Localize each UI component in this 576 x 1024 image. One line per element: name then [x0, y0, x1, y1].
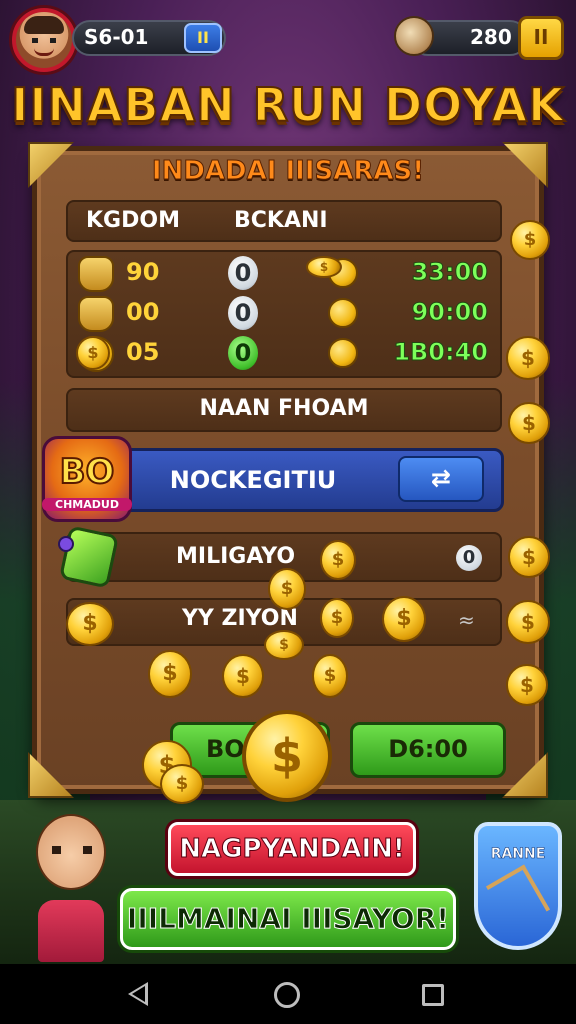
coin-icon: $: [264, 630, 304, 660]
character-body: [38, 900, 104, 962]
continue-label: IIILMAINAI IIISAYOR!: [126, 902, 450, 936]
coin-icon: [328, 298, 358, 328]
character-eyes: [52, 846, 92, 854]
coin-icon: $: [76, 336, 110, 370]
mission-plank-label: MILIGAYO: [176, 544, 296, 569]
big-coin-icon: $: [242, 710, 332, 802]
stat-value-1: 00: [126, 298, 160, 326]
avatar-hair: [24, 16, 64, 34]
stat-value-2: 0: [228, 256, 258, 290]
bonus-bar-label: NOCKEGITIU: [169, 466, 337, 494]
pause-button-blue[interactable]: II: [184, 23, 222, 53]
stat-value-2: 0: [228, 296, 258, 330]
coin-icon: $: [222, 654, 264, 698]
avatar-eyes: [32, 38, 56, 43]
play-again-label: NAGPYANDAIN!: [179, 834, 406, 865]
board-title: INDADAI IIISARAS!: [151, 156, 425, 187]
coin-icon: $: [382, 596, 426, 642]
coin-icon: $: [320, 540, 356, 580]
avatar-smile: [34, 48, 54, 56]
extra-plank-mark: ≈: [458, 608, 475, 632]
stat-row: 90 0 33:00: [66, 254, 502, 294]
coin-icon: [328, 338, 358, 368]
stat-row: 05 0 1B0:40: [66, 334, 502, 374]
swap-button[interactable]: ⇄: [398, 456, 484, 502]
cookie-icon: [394, 16, 434, 56]
coin-icon: $: [508, 402, 550, 444]
mission-plank-value: 0: [456, 545, 482, 571]
coin-count-value: 280: [470, 25, 512, 49]
character-girl: [18, 808, 122, 962]
game-title: IINABAN RUN DOYAK: [10, 77, 565, 133]
coin-icon: $: [506, 336, 550, 380]
coin-icon: $: [66, 602, 114, 646]
coin-stack-icon: [78, 296, 114, 332]
coin-icon: $: [306, 256, 342, 278]
gem-dot-icon: [58, 536, 74, 552]
stat-value-1: 90: [126, 258, 160, 286]
stat-row: 00 0 90:00: [66, 294, 502, 334]
coin-icon: $: [160, 764, 204, 804]
bonus-claim-label: BO: [206, 735, 245, 763]
player-avatar[interactable]: [12, 8, 76, 72]
stats-header-left: KGDOM: [86, 208, 180, 233]
score-value: S6-01: [84, 25, 149, 49]
stat-value-2: 0: [228, 336, 258, 370]
rank-shield-label: RANNE: [490, 846, 546, 863]
home-icon[interactable]: [274, 982, 300, 1008]
bonus-badge-subtitle: CHMADUD: [42, 498, 132, 511]
coin-icon: $: [320, 598, 354, 638]
timer-button-label: D6:00: [388, 735, 468, 763]
recent-apps-icon[interactable]: [422, 984, 444, 1006]
stat-value-3: 1B0:40: [393, 338, 489, 367]
stats-header-right: BCKANI: [234, 208, 328, 233]
bonus-badge-title: BO: [59, 451, 116, 493]
coin-icon: $: [148, 650, 192, 698]
stat-value-3: 90:00: [411, 298, 488, 327]
coin-icon: $: [268, 568, 306, 610]
coin-icon: $: [312, 654, 348, 698]
coin-bag-icon: [78, 256, 114, 292]
stat-value-1: 05: [126, 338, 160, 366]
coin-icon: $: [506, 600, 550, 644]
pause-button[interactable]: II: [518, 16, 564, 60]
coin-icon: $: [506, 664, 548, 706]
extra-plank-label: YY ZIYON: [182, 606, 298, 631]
coin-icon: $: [510, 220, 550, 260]
stat-value-3: 33:00: [411, 258, 488, 287]
reward-plank-label: NAAN FHOAM: [199, 396, 369, 421]
back-icon-inner: [132, 986, 145, 1002]
coin-icon: $: [508, 536, 550, 578]
